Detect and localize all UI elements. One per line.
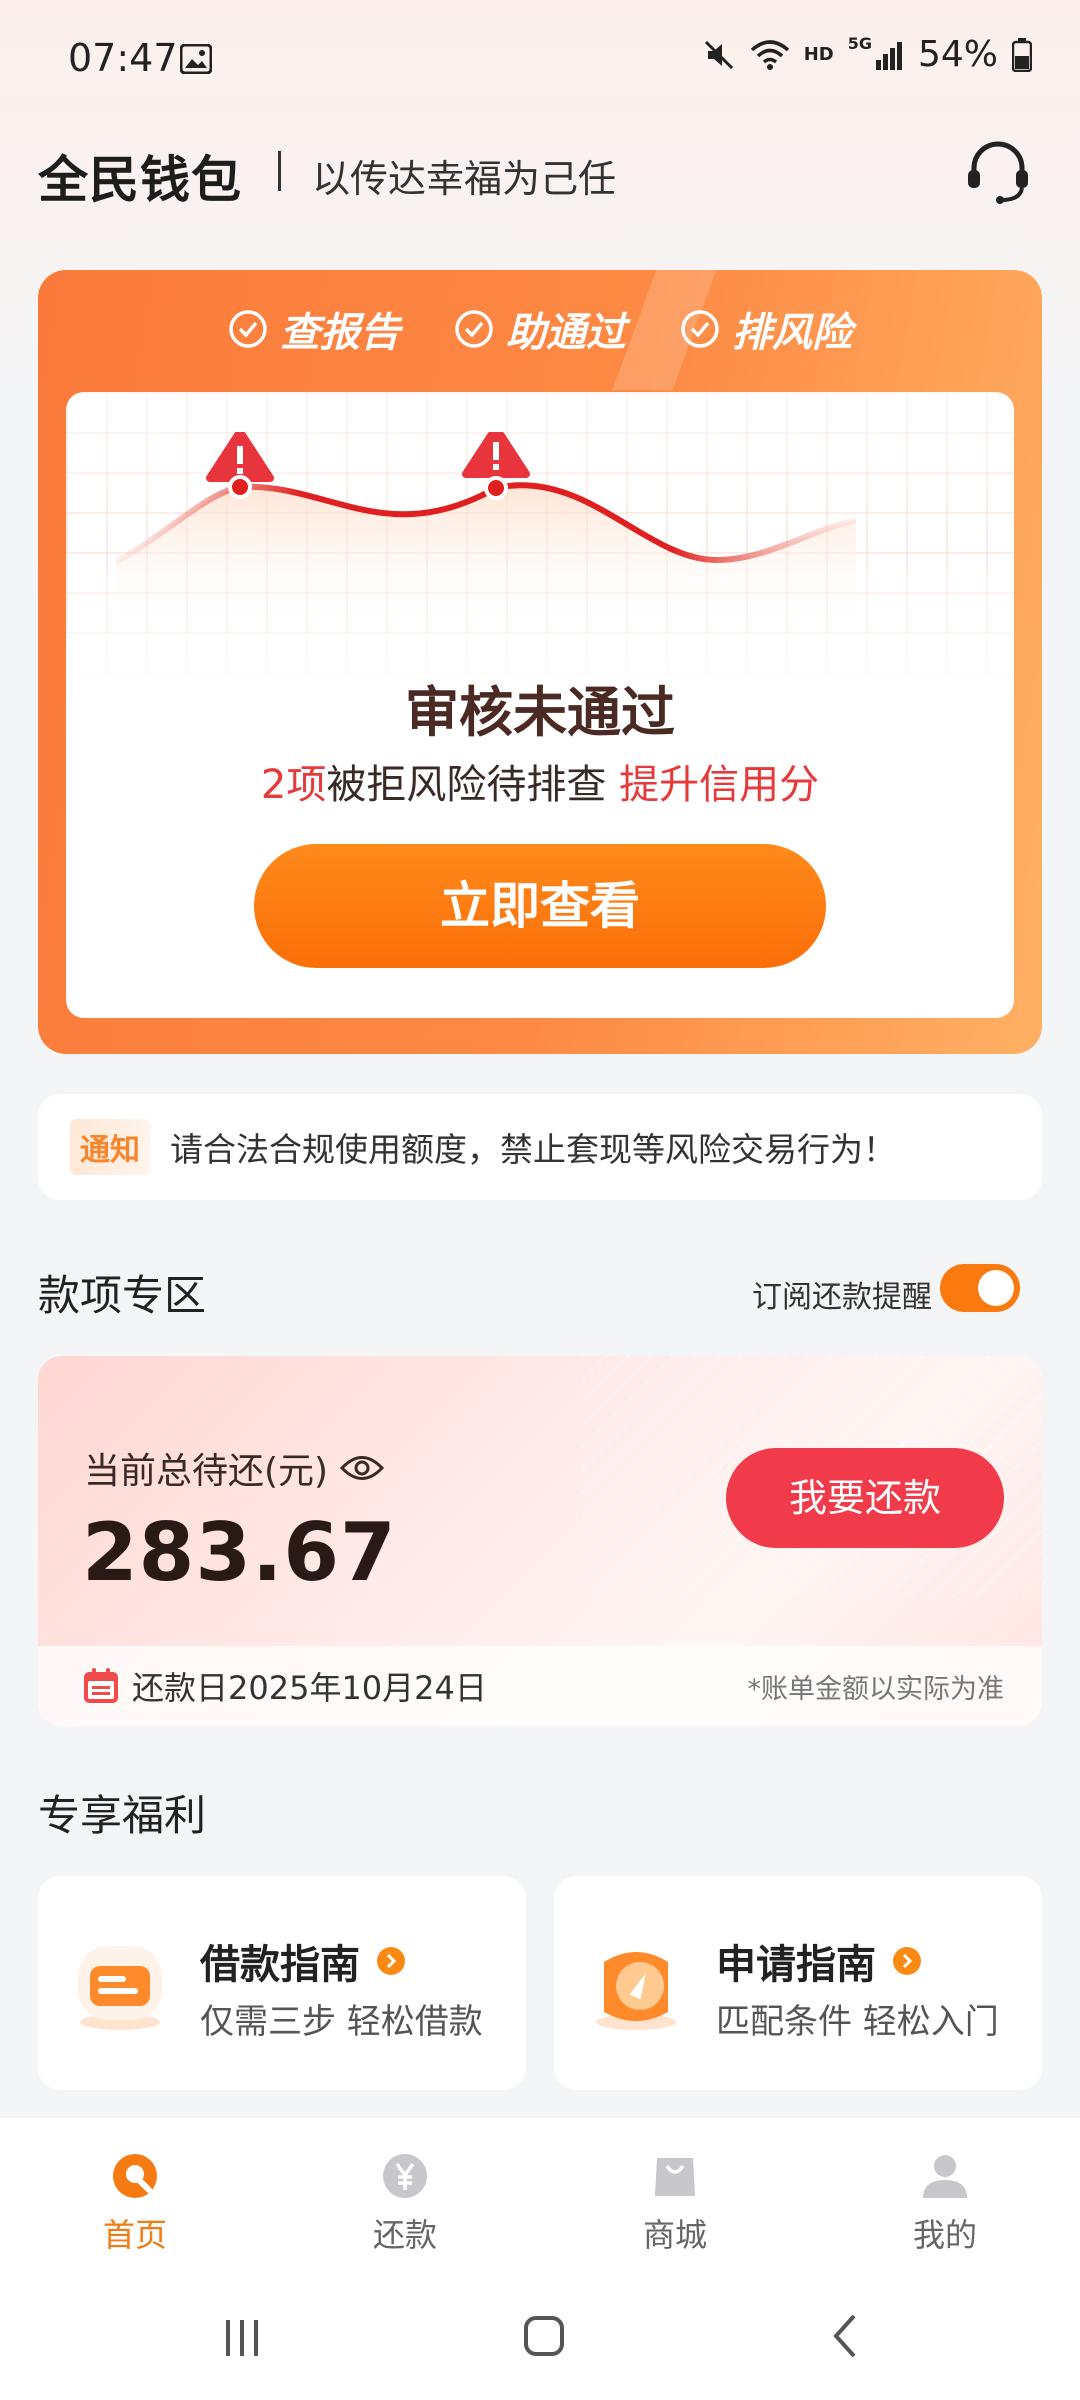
customer-service-icon[interactable] [962,136,1034,208]
repay-section-title: 款项专区 [38,1271,207,1320]
view-now-button[interactable]: 立即查看 [254,844,826,968]
repay-due-date: 还款日2025年10月24日 [132,1669,487,1707]
repay-footer: 还款日2025年10月24日 *账单金额以实际为准 [38,1646,1042,1726]
total-due-label: 当前总待还(元) [84,1442,385,1494]
nav-mine[interactable]: 我的 [810,2118,1080,2268]
status-icons: HD 5G 54% [702,34,1032,75]
arrow-right-icon [893,1947,921,1975]
check-circle-icon [681,310,719,348]
risk-result-panel: 审核未通过 2项被拒风险待排查 提升信用分 立即查看 [66,392,1014,1018]
risk-tags: 查报告 助通过 排风险 [38,300,1042,358]
system-nav-bar [0,2268,1080,2400]
status-time: 07:47 [68,36,178,80]
compass-icon [596,1952,676,2030]
eye-icon[interactable] [340,1453,385,1483]
status-bar: 07:47 HD 5G 54% [0,0,1080,120]
back-icon[interactable] [816,2308,876,2364]
loan-guide-title: 借款指南 [200,1932,406,1990]
risk-tag-report: 查报告 [228,300,400,358]
nav-shop[interactable]: 商城 [540,2118,810,2268]
risk-tag-pass: 助通过 [454,300,626,358]
gallery-icon [180,44,212,74]
check-circle-icon [229,310,267,348]
notice-badge: 通知 [70,1119,150,1175]
loan-guide-subtitle: 仅需三步 轻松借款 [200,2002,483,2042]
risk-wave-graphic [114,432,857,632]
signal-icon [875,41,902,70]
notice-text: 请合法合规使用额度，禁止套现等风险交易行为！ [170,1130,896,1169]
battery-percent: 54% [917,34,998,75]
subscribe-reminder-toggle[interactable] [940,1264,1020,1312]
apply-guide-title: 申请指南 [716,1932,922,1990]
improve-credit-link[interactable]: 提升信用分 [619,762,819,808]
recent-apps-icon[interactable] [212,2308,272,2364]
brand-name: 全民钱包 [38,151,242,209]
apply-guide-subtitle: 匹配条件 轻松入门 [716,2002,999,2042]
subscribe-reminder-label: 订阅还款提醒 [752,1280,932,1315]
hd-label: HD [803,44,834,65]
risk-tag-risk: 排风险 [680,300,852,358]
loan-guide-card[interactable]: 借款指南 仅需三步 轻松借款 [38,1876,526,2090]
nav-home[interactable]: 首页 [0,2118,270,2268]
bill-amount-note: *账单金额以实际为准 [747,1673,1005,1705]
user-icon [923,2155,967,2198]
apply-guide-card[interactable]: 申请指南 匹配条件 轻松入门 [554,1876,1042,2090]
arrow-right-icon [377,1947,405,1975]
risk-text: 被拒风险待排查 [326,762,607,808]
5g-label: 5G [847,34,872,53]
brand-slogan: 以传达幸福为己任 [312,157,617,201]
bottom-nav: 首页 还款 商城 我的 [0,2118,1080,2268]
toggle-knob [978,1270,1014,1306]
shopping-bag-icon [655,2158,695,2196]
mute-icon [704,40,733,69]
calendar-icon [84,1668,118,1703]
home-button-icon[interactable] [514,2308,574,2364]
nav-repay[interactable]: 还款 [270,2118,540,2268]
total-due-amount: 283.67 [82,1506,397,1599]
battery-icon [1012,37,1032,72]
review-status-title: 审核未通过 [405,681,675,744]
check-circle-icon [455,310,493,348]
review-status-subtitle: 2项被拒风险待排查 提升信用分 [66,752,1014,810]
yen-icon [383,2154,427,2198]
repay-button[interactable]: 我要还款 [726,1448,1004,1548]
notice-bar[interactable]: 通知 请合法合规使用额度，禁止套现等风险交易行为！ [38,1094,1042,1200]
risk-check-card: 查报告 助通过 排风险 审核未通过 2项被拒风险待排查 提升信用分 立即查看 [38,270,1042,1054]
benefits-title: 专享福利 [38,1791,207,1840]
repay-card: 当前总待还(元) 283.67 我要还款 还款日2025年10月24日 *账单金… [38,1356,1042,1726]
risk-count: 2项 [260,762,327,808]
header-divider [278,151,281,191]
wifi-icon [750,39,789,70]
home-icon [113,2154,157,2198]
loan-guide-icon [78,1946,162,2030]
